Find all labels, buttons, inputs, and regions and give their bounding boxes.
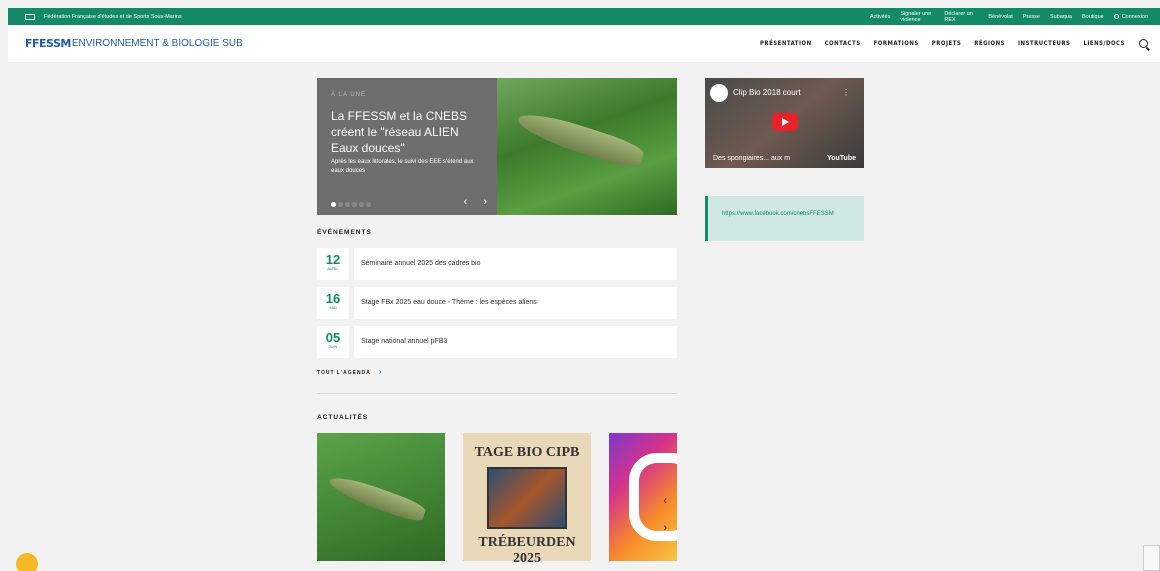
youtube-video[interactable]: Clip Bio 2018 court ⋮ Des spongiaires...… bbox=[705, 78, 864, 168]
news-card-image[interactable] bbox=[317, 433, 445, 561]
link-subaqua[interactable]: Subaqua bbox=[1050, 14, 1072, 20]
more-icon[interactable]: ⋮ bbox=[842, 88, 850, 97]
news-card-image[interactable]: ‹ › bbox=[609, 433, 677, 561]
hero-title[interactable]: La FFESSM et la CNEBS créent le "réseau … bbox=[331, 108, 483, 156]
link-signaler[interactable]: Signaler une violence bbox=[900, 11, 934, 23]
event-title[interactable]: Séminaire annuel 2025 des cadres bio bbox=[354, 248, 677, 280]
hero-slider[interactable]: À LA UNE La FFESSM et la CNEBS créent le… bbox=[317, 78, 677, 215]
ffessm-logo-icon[interactable] bbox=[25, 13, 35, 20]
site-logo[interactable]: FFESSM ENVIRONNEMENT & BIOLOGIE SUB bbox=[8, 37, 243, 50]
carousel-prev-button[interactable]: ‹ bbox=[663, 495, 667, 507]
nav-formations[interactable]: FORMATIONS bbox=[874, 40, 919, 47]
login-link[interactable]: Connexion bbox=[1113, 13, 1148, 20]
hero-kicker: À LA UNE bbox=[331, 92, 367, 98]
poster-photo bbox=[487, 467, 567, 529]
search-icon[interactable] bbox=[1139, 39, 1148, 48]
youtube-logo[interactable]: YouTube bbox=[827, 155, 856, 162]
recaptcha-icon[interactable] bbox=[1143, 545, 1160, 571]
nav-regions[interactable]: RÉGIONS bbox=[974, 40, 1005, 47]
event-item[interactable]: 05 JUIN Stage national annuel pFB3 bbox=[317, 326, 677, 358]
events-heading: ÉVÉNEMENTS bbox=[317, 229, 372, 236]
hero-subtitle: Après les eaux littorales, le suivi des … bbox=[331, 159, 474, 174]
carousel-next-button[interactable]: › bbox=[663, 522, 667, 534]
chevron-right-icon: › bbox=[378, 369, 383, 376]
instagram-icon bbox=[629, 453, 677, 541]
top-bar: Fédération Française d'études et de Spor… bbox=[8, 8, 1160, 25]
link-benevolat[interactable]: Bénévolat bbox=[988, 14, 1012, 20]
slider-next-button[interactable]: › bbox=[483, 196, 487, 208]
channel-logo bbox=[710, 84, 728, 102]
news-heading: ACTUALITÉS bbox=[317, 414, 369, 421]
link-rex[interactable]: Déclarer un REX bbox=[944, 11, 978, 23]
user-icon bbox=[1113, 13, 1119, 19]
event-item[interactable]: 12 AVRIL Séminaire annuel 2025 des cadres… bbox=[317, 248, 677, 280]
video-caption: Des spongiaires... aux m bbox=[713, 155, 791, 162]
nav-projets[interactable]: PROJETS bbox=[932, 40, 961, 47]
divider bbox=[317, 393, 677, 394]
main-nav: FFESSM ENVIRONNEMENT & BIOLOGIE SUB PRÉS… bbox=[8, 25, 1160, 62]
hero-image bbox=[497, 78, 677, 215]
event-title[interactable]: Stage national annuel pFB3 bbox=[354, 326, 677, 358]
play-icon[interactable] bbox=[772, 113, 798, 131]
slider-dots[interactable] bbox=[331, 202, 373, 207]
link-presse[interactable]: Presse bbox=[1023, 14, 1040, 20]
news-card-image[interactable]: TAGE BIO CIPB TRÉBEURDEN 2025 bbox=[463, 433, 591, 566]
event-item[interactable]: 16 MAI Stage FBx 2025 eau douce - Thème :… bbox=[317, 287, 677, 319]
accessibility-icon[interactable] bbox=[16, 553, 38, 571]
link-boutique[interactable]: Boutique bbox=[1082, 14, 1104, 20]
agenda-link[interactable]: TOUT L'AGENDA › bbox=[317, 369, 382, 376]
slider-prev-button[interactable]: ‹ bbox=[464, 196, 468, 208]
nav-contacts[interactable]: CONTACTS bbox=[825, 40, 861, 47]
nav-liens-docs[interactable]: LIENS/DOCS bbox=[1083, 40, 1125, 47]
nav-presentation[interactable]: PRÉSENTATION bbox=[760, 40, 812, 47]
link-activites[interactable]: Activités bbox=[870, 14, 890, 20]
nav-instructeurs[interactable]: INSTRUCTEURS bbox=[1018, 40, 1070, 47]
org-name: Fédération Française d'études et de Spor… bbox=[44, 13, 182, 20]
facebook-link[interactable]: https://www.facebook.com/cnebsFFESSM bbox=[705, 196, 864, 241]
video-title[interactable]: Clip Bio 2018 court bbox=[733, 88, 801, 97]
event-title[interactable]: Stage FBx 2025 eau douce - Thème : les e… bbox=[354, 287, 677, 319]
